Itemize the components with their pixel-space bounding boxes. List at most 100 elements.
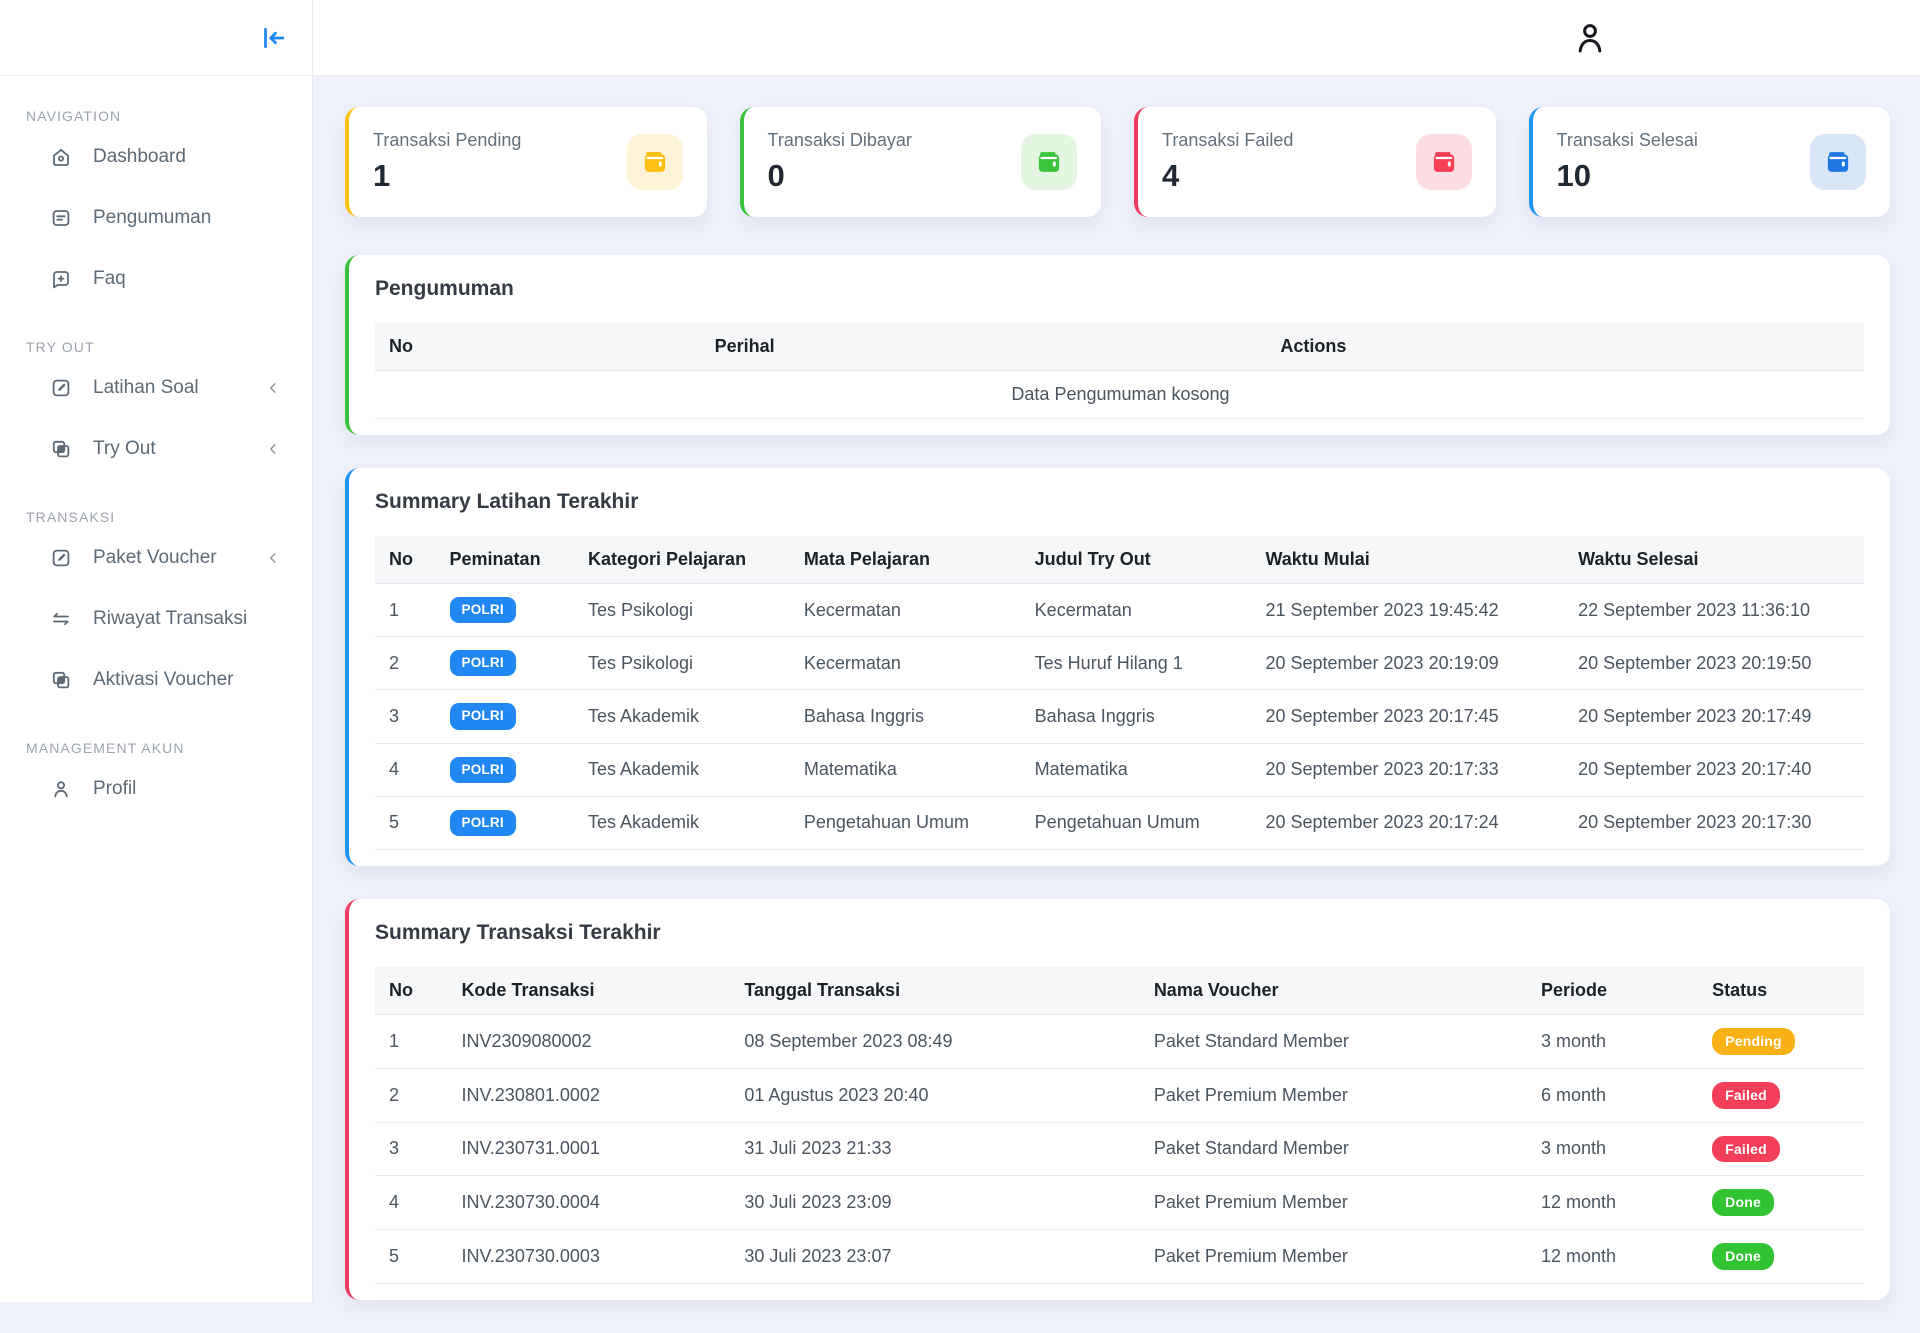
status-badge: Done [1712,1189,1774,1216]
table-cell: Matematika [792,743,1023,796]
table-cell: 2 [375,1068,449,1122]
column-header-no: No [375,967,449,1015]
column-header-status: Status [1700,967,1864,1015]
table-cell: 3 [375,690,438,743]
table-cell: Pending [1700,1014,1864,1068]
column-header-tanggal-transaksi: Tanggal Transaksi [732,967,1141,1015]
column-header-no: No [375,536,438,584]
nav-section-label-transaksi: TRANSAKSI [26,509,286,525]
chevron-left-icon [264,440,282,458]
nav-section-label-navigation: NAVIGATION [26,108,286,124]
status-badge: Failed [1712,1082,1780,1109]
transaksi-table-row: 5INV.230730.000330 Juli 2023 23:07Paket … [375,1230,1864,1284]
transaksi-table-row: 2INV.230801.000201 Agustus 2023 20:40Pak… [375,1068,1864,1122]
sidebar-item-dashboard[interactable]: Dashboard [0,126,312,187]
table-cell: 01 Agustus 2023 20:40 [732,1068,1141,1122]
chevron-left-icon [264,379,282,397]
table-cell: 5 [375,796,438,849]
table-cell: 4 [375,1176,449,1230]
table-cell: Done [1700,1176,1864,1230]
table-cell: POLRI [438,796,576,849]
sidebar-item-paket-voucher[interactable]: Paket Voucher [0,527,312,588]
sidebar-item-profil[interactable]: Profil [0,758,312,819]
sidebar-item-try-out[interactable]: Try Out [0,418,312,479]
summary-transaksi-card: Summary Transaksi Terakhir NoKode Transa… [345,899,1890,1300]
table-cell: INV.230730.0003 [449,1230,732,1284]
table-cell: 3 [375,1122,449,1176]
column-header-actions: Actions [1268,323,1864,371]
latihan-table-row: 5POLRITes AkademikPengetahuan UmumPenget… [375,796,1864,849]
table-cell: 4 [375,743,438,796]
peminatan-badge: POLRI [450,703,516,729]
chevron-left-icon [264,549,282,567]
column-header-perihal: Perihal [703,323,1269,371]
table-cell: Tes Psikologi [576,637,792,690]
table-cell: 30 Juli 2023 23:09 [732,1176,1141,1230]
stat-card-transaksi-selesai: Transaksi Selesai 10 [1529,107,1891,217]
summary-latihan-card: Summary Latihan Terakhir NoPeminatanKate… [345,468,1890,866]
main-area: Transaksi Pending 1 Transaksi Dibayar 0 … [313,0,1920,1302]
person-icon [49,777,73,801]
column-header-judul-try-out: Judul Try Out [1023,536,1254,584]
pengumuman-table: NoPerihalActions Data Pengumuman kosong [375,323,1864,419]
table-cell: INV.230801.0002 [449,1068,732,1122]
table-header-row: NoPerihalActions [375,323,1864,371]
peminatan-badge: POLRI [450,810,516,836]
latihan-table-row: 4POLRITes AkademikMatematikaMatematika20… [375,743,1864,796]
stat-card-transaksi-failed: Transaksi Failed 4 [1134,107,1496,217]
user-menu-button[interactable] [1571,19,1609,57]
topbar [313,0,1920,76]
table-cell: 12 month [1529,1230,1700,1284]
table-cell: POLRI [438,584,576,637]
sidebar-item-faq[interactable]: Faq [0,248,312,309]
transaksi-table-row: 3INV.230731.000131 Juli 2023 21:33Paket … [375,1122,1864,1176]
sidebar-item-pengumuman[interactable]: Pengumuman [0,187,312,248]
pengumuman-empty-text: Data Pengumuman kosong [375,371,1864,419]
table-cell: Paket Standard Member [1142,1014,1529,1068]
table-cell: Paket Standard Member [1142,1122,1529,1176]
sidebar-item-latihan-soal[interactable]: Latihan Soal [0,357,312,418]
summary-transaksi-title: Summary Transaksi Terakhir [375,921,1864,945]
table-cell: INV.230730.0004 [449,1176,732,1230]
empty-state-row: Data Pengumuman kosong [375,371,1864,419]
wallet-icon [1416,134,1472,190]
copy-icon [49,668,73,692]
summary-transaksi-table: NoKode TransaksiTanggal TransaksiNama Vo… [375,967,1864,1284]
table-cell: Failed [1700,1068,1864,1122]
column-header-kode-transaksi: Kode Transaksi [449,967,732,1015]
sidebar-item-label: Dashboard [93,146,186,168]
sidebar-item-riwayat-transaksi[interactable]: Riwayat Transaksi [0,588,312,649]
edit-icon [49,546,73,570]
peminatan-badge: POLRI [450,650,516,676]
table-cell: 5 [375,1230,449,1284]
column-header-waktu-selesai: Waktu Selesai [1566,536,1864,584]
status-badge: Pending [1712,1028,1795,1055]
stat-card-transaksi-pending: Transaksi Pending 1 [345,107,707,217]
table-cell: 20 September 2023 20:17:40 [1566,743,1864,796]
table-cell: Tes Huruf Hilang 1 [1023,637,1254,690]
table-cell: Tes Psikologi [576,584,792,637]
wallet-icon [1810,134,1866,190]
edit-icon [49,376,73,400]
table-cell: 20 September 2023 20:17:33 [1253,743,1566,796]
table-cell: 1 [375,1014,449,1068]
peminatan-badge: POLRI [450,597,516,623]
collapse-sidebar-button[interactable] [258,23,288,53]
sidebar-item-label: Paket Voucher [93,547,217,569]
column-header-peminatan: Peminatan [438,536,576,584]
user-icon [1571,45,1609,60]
transfer-icon [49,607,73,631]
collapse-sidebar-icon [258,41,288,56]
column-header-waktu-mulai: Waktu Mulai [1253,536,1566,584]
table-cell: INV.230731.0001 [449,1122,732,1176]
table-cell: POLRI [438,743,576,796]
wallet-icon [627,134,683,190]
table-cell: Tes Akademik [576,796,792,849]
table-cell: Matematika [1023,743,1254,796]
table-cell: POLRI [438,690,576,743]
stat-card-row: Transaksi Pending 1 Transaksi Dibayar 0 … [345,107,1890,217]
latihan-table-row: 3POLRITes AkademikBahasa InggrisBahasa I… [375,690,1864,743]
sidebar-item-aktivasi-voucher[interactable]: Aktivasi Voucher [0,649,312,710]
table-cell: POLRI [438,637,576,690]
table-cell: 30 Juli 2023 23:07 [732,1230,1141,1284]
